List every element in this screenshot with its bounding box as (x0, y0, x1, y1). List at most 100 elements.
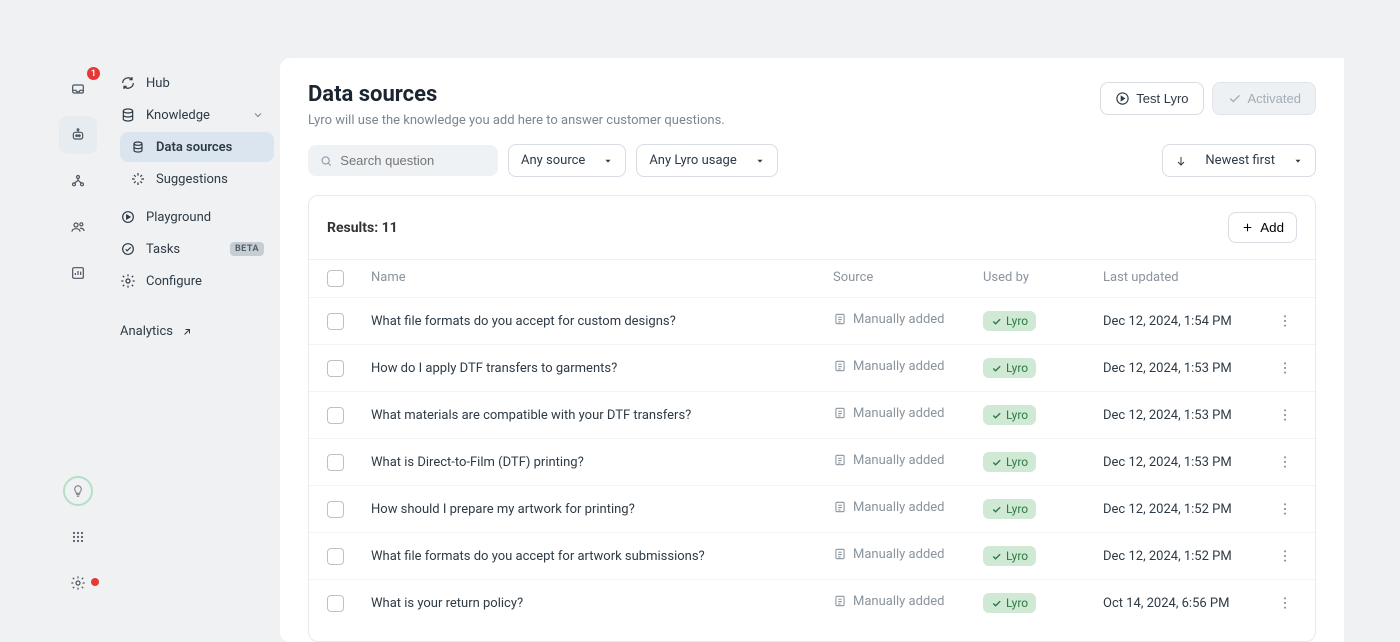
row-more-menu[interactable] (1277, 454, 1293, 470)
row-checkbox[interactable] (327, 454, 344, 471)
refresh-icon (120, 75, 136, 91)
results-panel: Results: 11 Add Name Source Used by Last… (308, 195, 1316, 642)
table-row[interactable]: How should I prepare my artwork for prin… (309, 485, 1315, 532)
subnav-suggestions[interactable]: Suggestions (120, 164, 274, 194)
more-vertical-icon (1277, 360, 1293, 376)
add-button[interactable]: Add (1228, 212, 1297, 243)
notification-badge: 1 (87, 67, 100, 80)
table-body: What file formats do you accept for cust… (309, 297, 1315, 626)
more-vertical-icon (1277, 595, 1293, 611)
test-lyro-button[interactable]: Test Lyro (1100, 82, 1203, 115)
col-source: Source (833, 270, 983, 287)
subnav-playground[interactable]: Playground (110, 202, 274, 232)
more-vertical-icon (1277, 407, 1293, 423)
table-row[interactable]: How do I apply DTF transfers to garments… (309, 344, 1315, 391)
row-checkbox[interactable] (327, 595, 344, 612)
lyro-tag: Lyro (983, 405, 1036, 425)
source-filter-dropdown[interactable]: Any source (508, 144, 626, 177)
row-name: How should I prepare my artwork for prin… (371, 502, 833, 517)
row-more-menu[interactable] (1277, 548, 1293, 564)
row-date: Dec 12, 2024, 1:52 PM (1103, 549, 1273, 564)
bot-nav-icon[interactable] (59, 116, 97, 154)
note-icon (833, 312, 847, 326)
dropdown-label: Newest first (1205, 153, 1275, 168)
subnav-label: Hub (146, 76, 170, 91)
lyro-tag: Lyro (983, 499, 1036, 519)
contacts-nav-icon[interactable] (59, 208, 97, 246)
check-icon (991, 316, 1002, 327)
sparkle-icon (130, 171, 146, 187)
button-label: Test Lyro (1136, 91, 1188, 106)
subnav-label: Knowledge (146, 108, 210, 123)
settings-gear-icon[interactable] (59, 564, 97, 602)
subnav-hub[interactable]: Hub (110, 68, 274, 98)
select-all-checkbox[interactable] (327, 270, 344, 287)
check-circle-icon (120, 241, 136, 257)
subnav-label: Playground (146, 210, 211, 225)
dropdown-label: Any Lyro usage (649, 153, 736, 168)
row-source: Manually added (833, 500, 945, 515)
row-checkbox[interactable] (327, 360, 344, 377)
inbox-nav-icon[interactable]: 1 (59, 70, 97, 108)
row-more-menu[interactable] (1277, 595, 1293, 611)
table-row[interactable]: What materials are compatible with your … (309, 391, 1315, 438)
lyro-tag: Lyro (983, 546, 1036, 566)
lyro-tag: Lyro (983, 593, 1036, 613)
subnav-tasks[interactable]: Tasks BETA (110, 234, 274, 264)
gear-icon (120, 273, 136, 289)
row-more-menu[interactable] (1277, 313, 1293, 329)
row-name: What is your return policy? (371, 596, 833, 611)
row-more-menu[interactable] (1277, 407, 1293, 423)
sort-dropdown[interactable]: Newest first (1162, 144, 1316, 177)
row-source: Manually added (833, 312, 945, 327)
activated-button: Activated (1212, 82, 1316, 115)
row-date: Dec 12, 2024, 1:53 PM (1103, 408, 1273, 423)
lyro-tag: Lyro (983, 452, 1036, 472)
row-more-menu[interactable] (1277, 360, 1293, 376)
subnav-data-sources[interactable]: Data sources (120, 132, 274, 162)
icon-rail: 1 (56, 58, 100, 642)
search-box[interactable] (308, 145, 498, 176)
stack-icon (130, 139, 146, 155)
play-circle-icon (1115, 91, 1130, 106)
table-row[interactable]: What is Direct-to-Film (DTF) printing?Ma… (309, 438, 1315, 485)
row-checkbox[interactable] (327, 548, 344, 565)
note-icon (833, 359, 847, 373)
table-row[interactable]: What is your return policy?Manually adde… (309, 579, 1315, 626)
subnav-label: Configure (146, 274, 202, 289)
dropdown-label: Any source (521, 153, 585, 168)
table-row[interactable]: What file formats do you accept for cust… (309, 297, 1315, 344)
subnav-configure[interactable]: Configure (110, 266, 274, 296)
row-checkbox[interactable] (327, 313, 344, 330)
plus-icon (1241, 221, 1254, 234)
external-link-icon (181, 326, 193, 338)
table-row[interactable]: What file formats do you accept for artw… (309, 532, 1315, 579)
main-panel: Data sources Lyro will use the knowledge… (280, 58, 1344, 642)
results-count: Results: 11 (327, 220, 398, 236)
row-more-menu[interactable] (1277, 501, 1293, 517)
note-icon (833, 406, 847, 420)
beta-badge: BETA (230, 242, 264, 256)
more-vertical-icon (1277, 548, 1293, 564)
usage-filter-dropdown[interactable]: Any Lyro usage (636, 144, 777, 177)
row-name: What is Direct-to-Film (DTF) printing? (371, 455, 833, 470)
row-name: What file formats do you accept for artw… (371, 549, 833, 564)
subnav-analytics[interactable]: Analytics (110, 316, 274, 347)
subnav-knowledge[interactable]: Knowledge (110, 100, 274, 130)
hint-bulb-icon[interactable] (59, 472, 97, 510)
lyro-tag: Lyro (983, 358, 1036, 378)
row-checkbox[interactable] (327, 407, 344, 424)
row-source: Manually added (833, 547, 945, 562)
page-subtitle: Lyro will use the knowledge you add here… (308, 113, 725, 128)
check-icon (991, 551, 1002, 562)
search-input[interactable] (340, 153, 486, 168)
settings-alert-dot (91, 578, 99, 586)
flows-nav-icon[interactable] (59, 162, 97, 200)
row-source: Manually added (833, 406, 945, 421)
row-source: Manually added (833, 359, 945, 374)
button-label: Activated (1248, 91, 1301, 106)
apps-grid-icon[interactable] (59, 518, 97, 556)
analytics-nav-icon[interactable] (59, 254, 97, 292)
row-name: What materials are compatible with your … (371, 408, 833, 423)
row-checkbox[interactable] (327, 501, 344, 518)
